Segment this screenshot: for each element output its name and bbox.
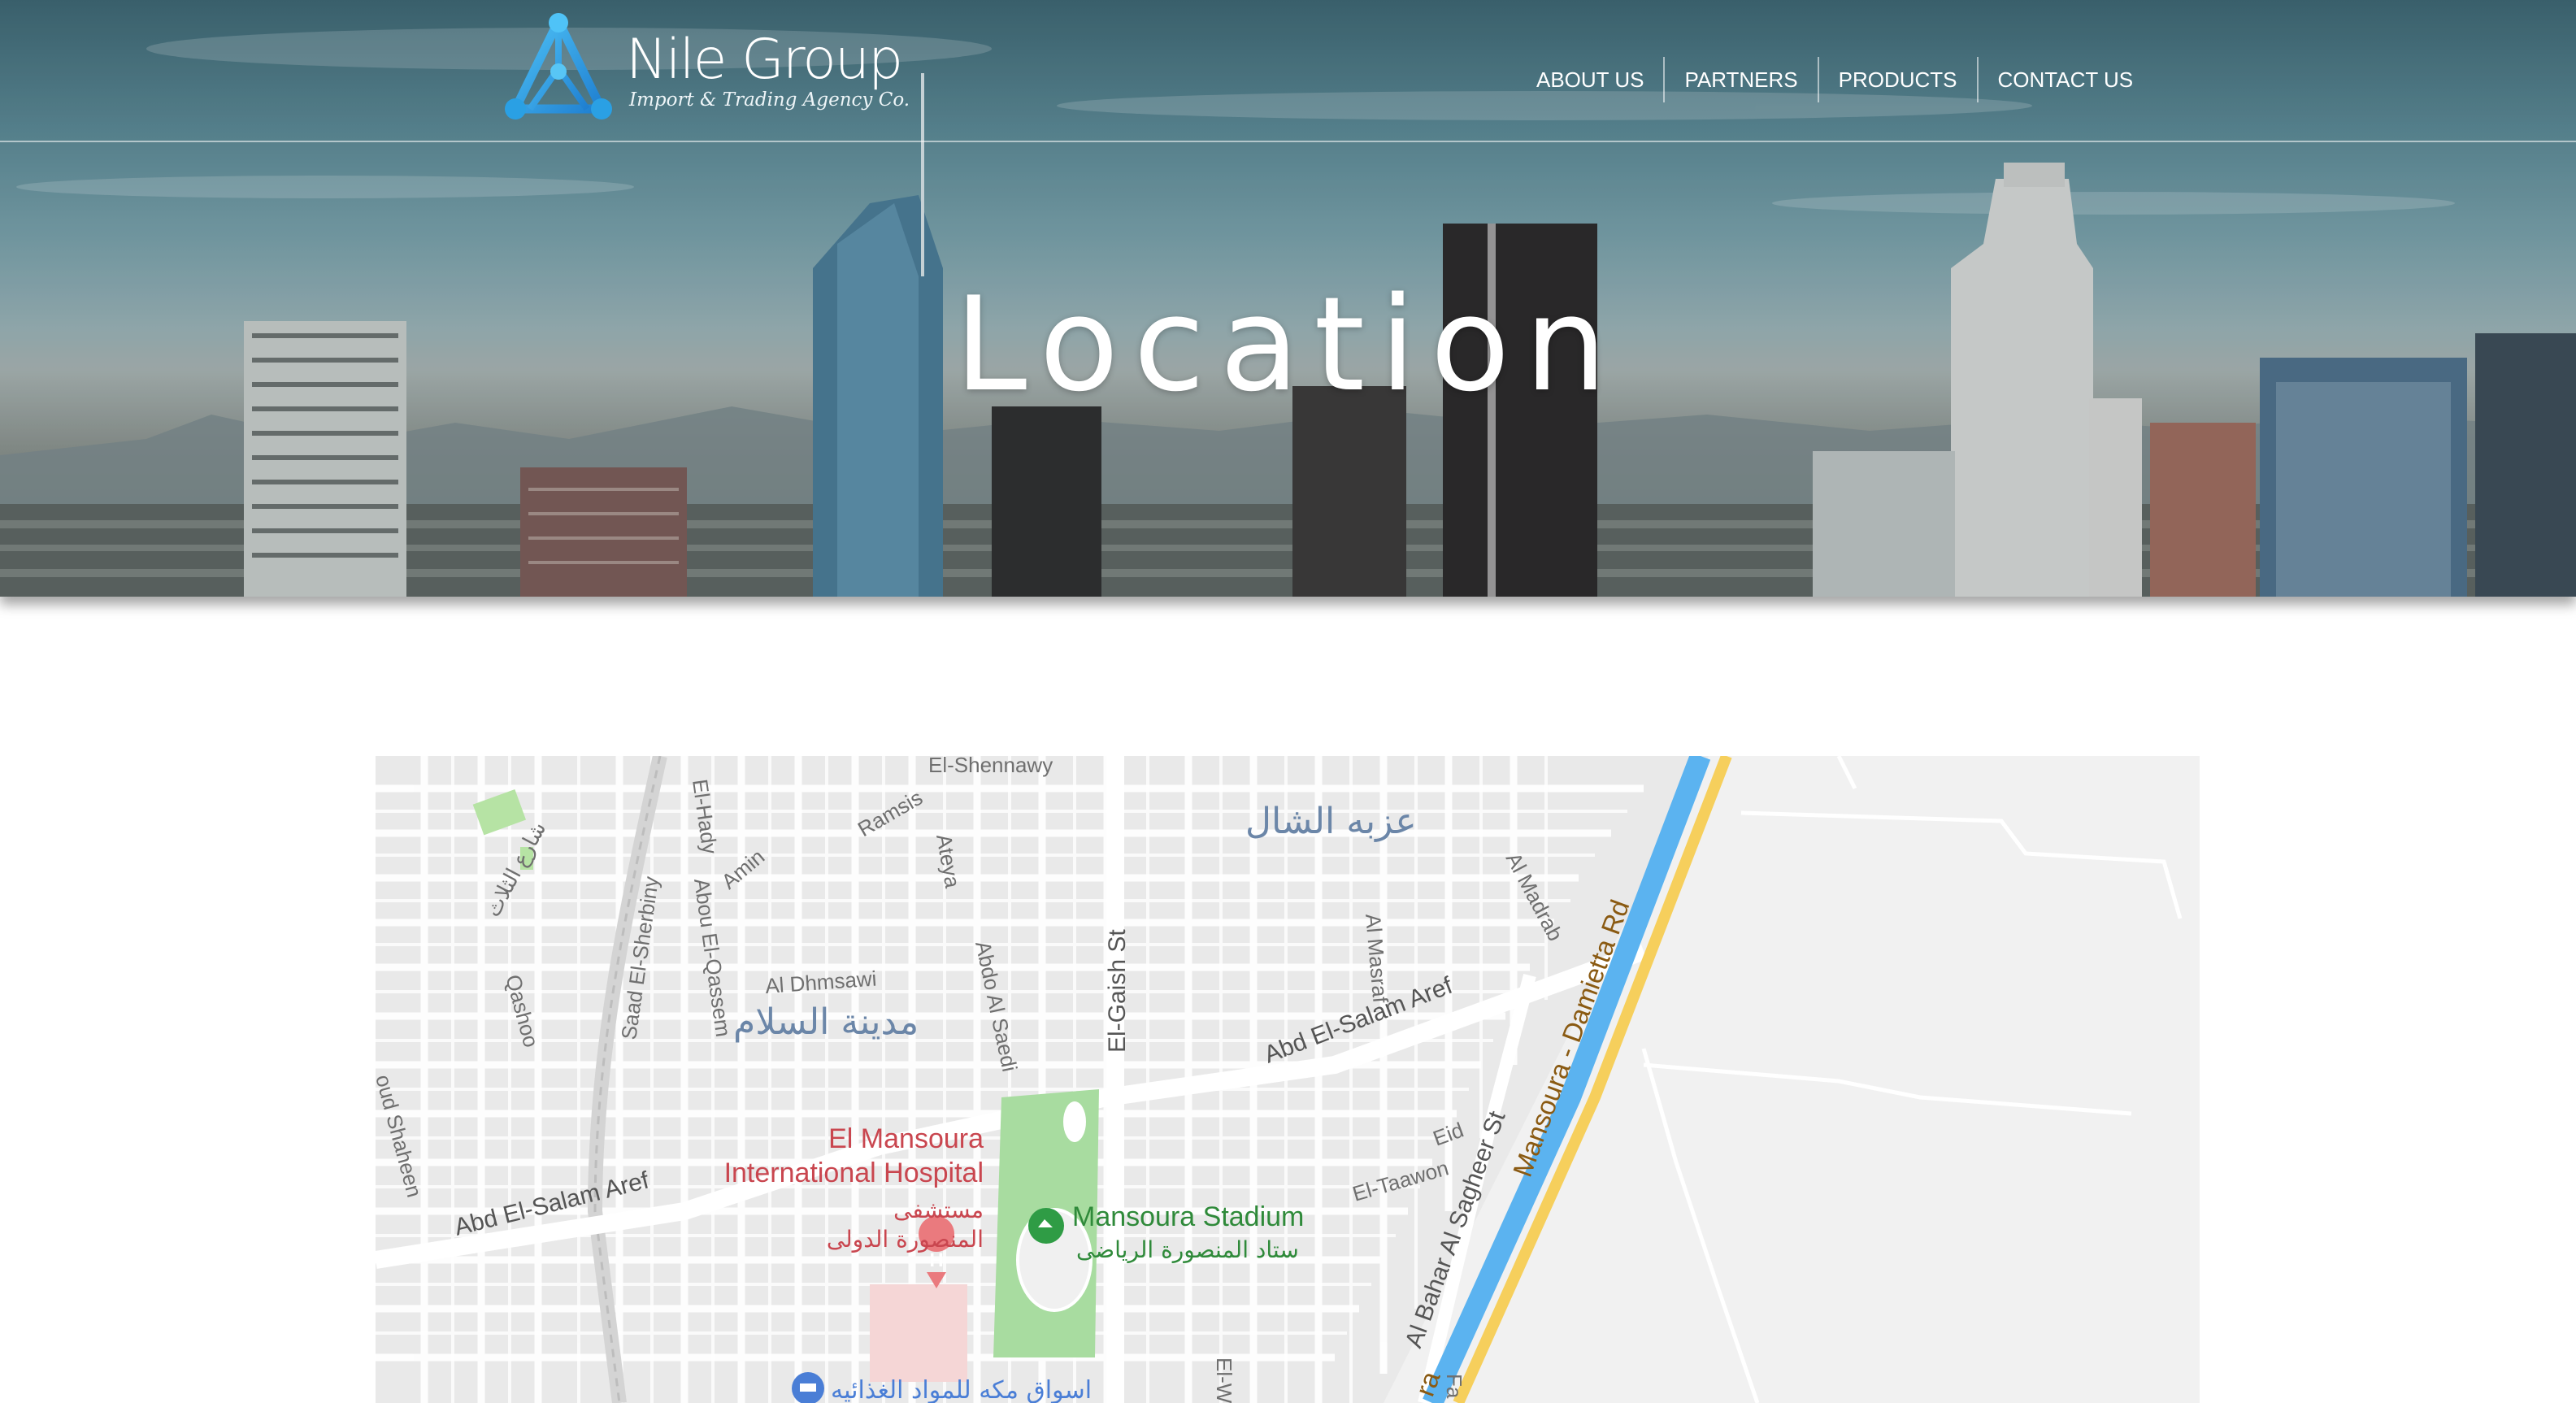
map-label-aswaq-makka[interactable]: اسواق مكه للمواد الغذائيه (831, 1376, 1092, 1403)
map-label-madinat-al-salam: مدينة السلام (733, 1001, 919, 1043)
nav-products[interactable]: PRODUCTS (1817, 57, 1977, 102)
nav-contact-us[interactable]: CONTACT US (1976, 57, 2153, 102)
map-label-el-gaish-st: El-Gaish St (1104, 929, 1131, 1053)
triangle-network-logo-icon (505, 13, 612, 119)
map-label-stadium-en[interactable]: Mansoura Stadium (1072, 1201, 1304, 1232)
brand-tagline: Import & Trading Agency Co. (629, 89, 910, 111)
logo[interactable]: Nile Group Import & Trading Agency Co. (497, 11, 910, 125)
map-label-el-shennawy: El-Shennawy (928, 756, 1053, 777)
page-title: Location (954, 268, 1622, 420)
brand-name: Nile Group (626, 28, 903, 92)
svg-text:H: H (929, 1249, 943, 1271)
nav-partners[interactable]: PARTNERS (1663, 57, 1817, 102)
main-nav: ABOUT US PARTNERS PRODUCTS CONTACT US (1517, 57, 2152, 102)
map-label-el-w: El-W (1212, 1357, 1236, 1403)
map-label-ezbet-el-shal: عزبه الشال (1245, 801, 1417, 842)
map-label-stadium-ar[interactable]: ستاد المنصورة الرياضى (1076, 1236, 1299, 1263)
header-divider (0, 141, 2576, 142)
map-label-fa: Fa (1442, 1374, 1466, 1399)
map-canvas[interactable]: H El-Shennawy Ramsis El-Hady Amin Ateya … (376, 756, 2200, 1403)
location-map[interactable]: H El-Shennawy Ramsis El-Hady Amin Ateya … (376, 756, 2200, 1403)
hero-banner: Nile Group Import & Trading Agency Co. A… (0, 0, 2576, 597)
nav-about-us[interactable]: ABOUT US (1517, 57, 1663, 102)
